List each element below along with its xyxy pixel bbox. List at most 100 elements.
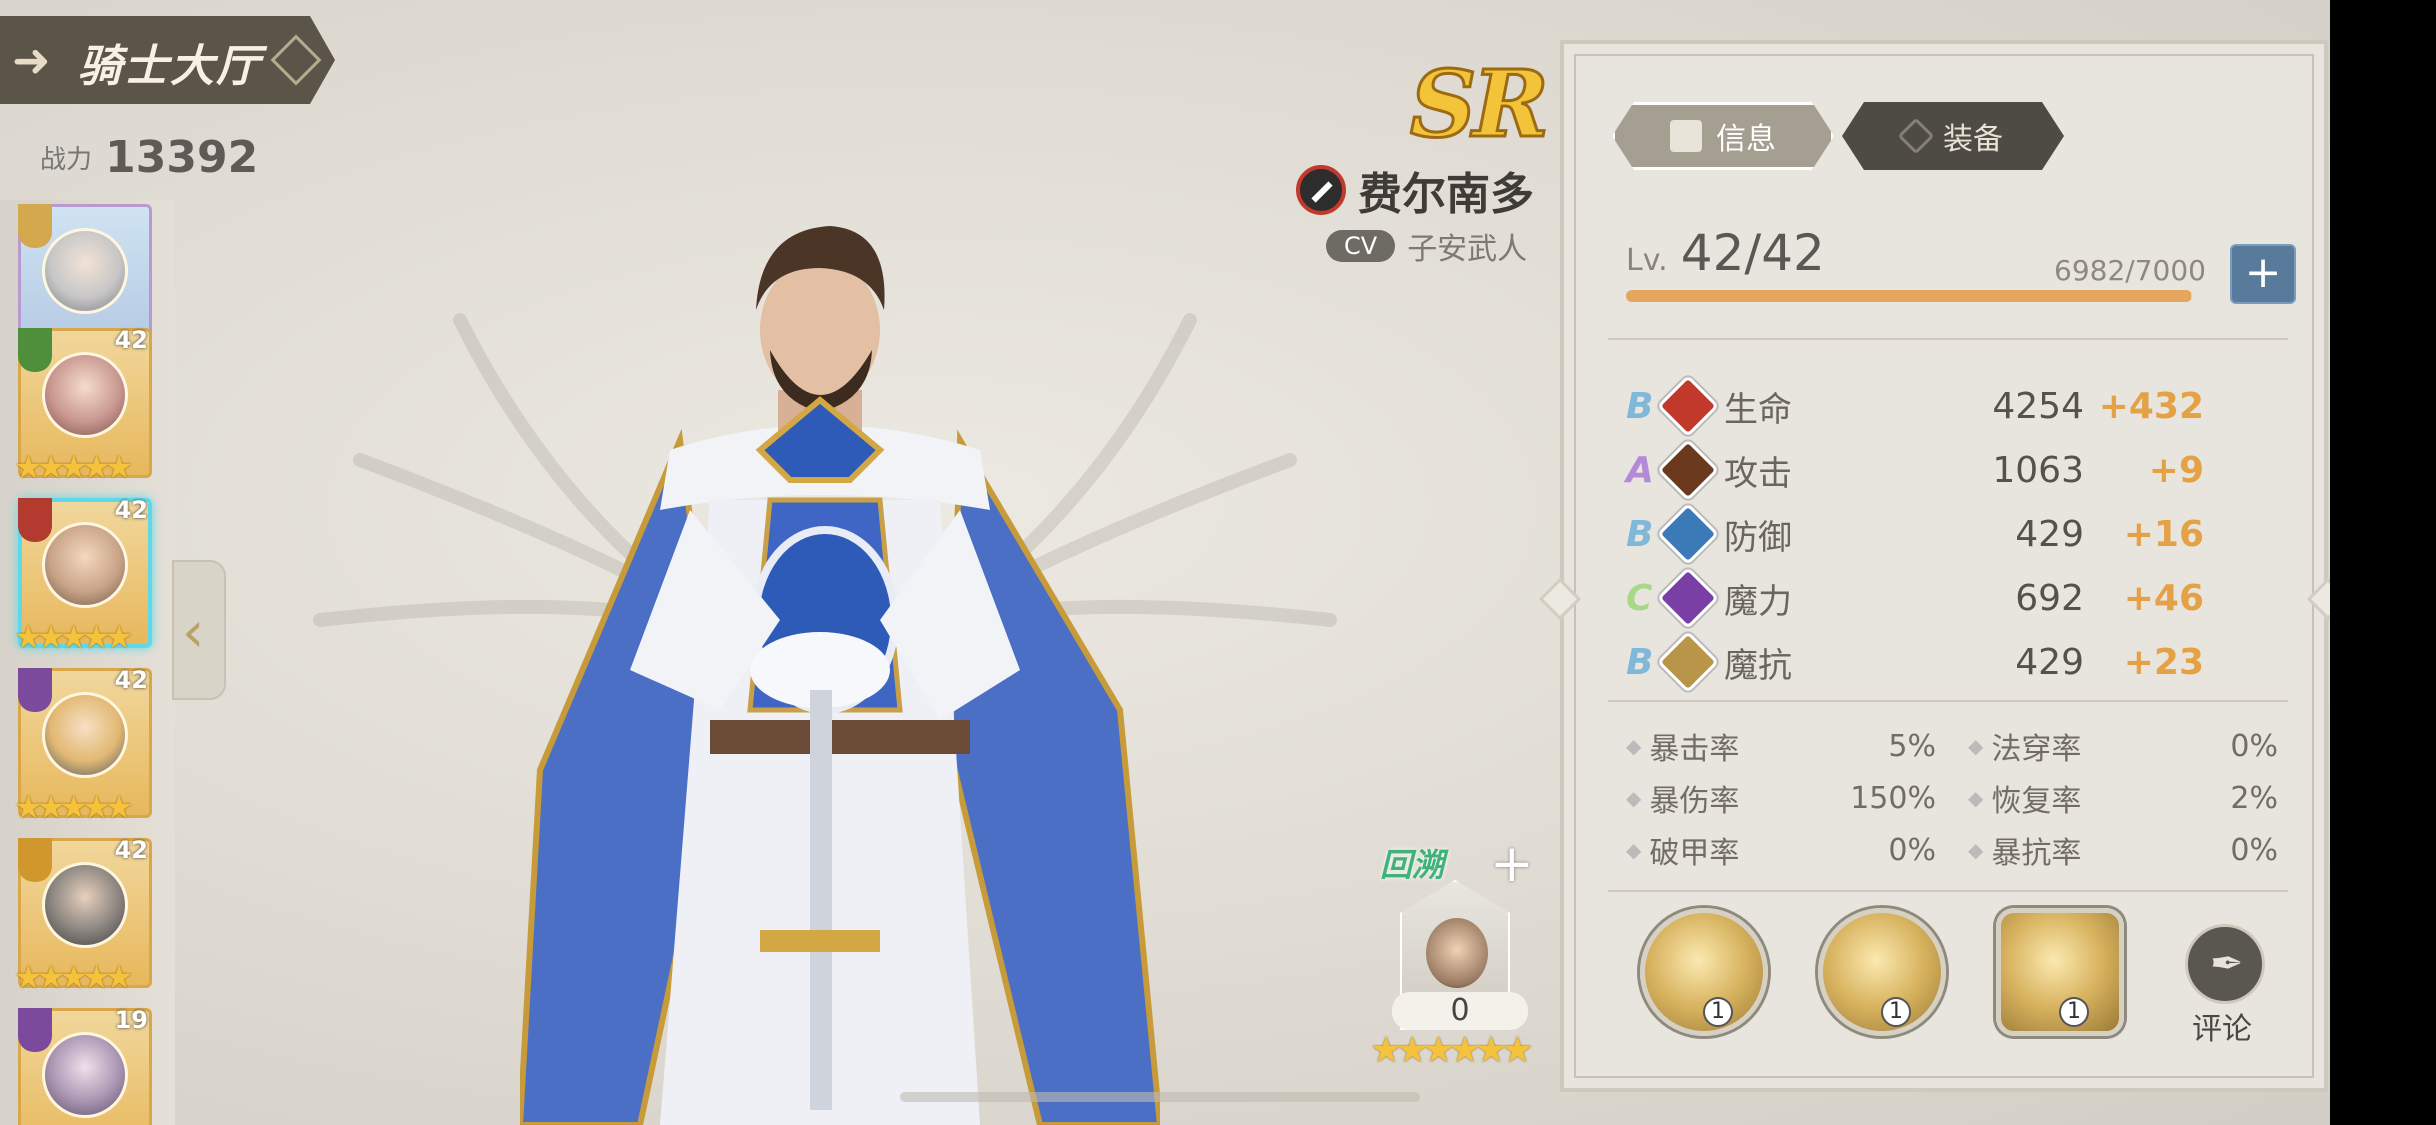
voice-actor: CV 子安武人: [1326, 224, 1527, 268]
substat-crit-rate: ◆ 暴击率 5%: [1626, 728, 1936, 768]
skill-slot-1[interactable]: 1: [1640, 908, 1768, 1036]
substat-crit-resist: ◆ 暴抗率 0%: [1968, 832, 2278, 872]
quill-icon: ✒: [2210, 941, 2244, 987]
stat-magic-resist-icon: [1656, 630, 1720, 694]
star-rating: ★★★★★: [14, 958, 133, 996]
stat-name: 魔力: [1724, 581, 1792, 622]
cv-name: 子安武人: [1407, 232, 1528, 267]
roster-card[interactable]: 19: [18, 1006, 152, 1125]
stat-value: 429: [2015, 641, 2084, 683]
hero-character-model: [520, 226, 1160, 1125]
hero-level: 42: [114, 836, 148, 864]
stat-name: 生命: [1724, 389, 1792, 430]
hero-level: 42: [114, 496, 148, 524]
roster-card[interactable]: 42 ★★★★★: [14, 326, 152, 488]
substat-recovery: ◆ 恢复率 2%: [1968, 780, 2278, 820]
stat-bonus: +9: [2148, 449, 2204, 491]
stat-bonus: +16: [2123, 513, 2204, 555]
panel-ornament-icon: [1538, 577, 1582, 621]
roster-card[interactable]: 42 ★★★★★: [14, 666, 152, 828]
hero-portrait-avatar: [42, 522, 128, 608]
back-arrow-icon: ➜: [12, 33, 51, 87]
page-title: 骑士大厅: [78, 41, 262, 92]
exp-progress-bar: [1626, 290, 2192, 302]
tab-info-label: 信息: [1716, 122, 1776, 157]
skill-level: 1: [2059, 997, 2089, 1027]
stat-row-magic-resist: B 魔抗 429 +23: [1626, 630, 2284, 694]
add-retro-icon[interactable]: +: [1490, 834, 1534, 894]
stat-grade: B: [1626, 641, 1654, 683]
hero-level: 42: [114, 666, 148, 694]
hero-name: 费尔南多: [1296, 160, 1534, 220]
hero-roster: ★★★ 42 ★★★★★ 42 ★★★★★ 42 ★★★★★ 42: [0, 200, 175, 1125]
skill-slot-3[interactable]: 1: [1996, 908, 2124, 1036]
star-rating: ★★★★★: [14, 618, 133, 656]
substat-armor-break: ◆ 破甲率 0%: [1626, 832, 1936, 872]
stat-bonus: +432: [2098, 385, 2204, 427]
substat-crit-damage: ◆ 暴伤率 150%: [1626, 780, 1936, 820]
stat-row-defense: B 防御 429 +16: [1626, 502, 2284, 566]
hero-portrait-avatar: [42, 692, 128, 778]
tab-info[interactable]: 信息: [1612, 102, 1834, 170]
roster-card[interactable]: 42 ★★★★★: [14, 836, 152, 998]
exp-progress-fill: [1626, 290, 2191, 302]
hero-level: 42: [114, 326, 148, 354]
panel-ornament-icon: [2306, 577, 2330, 621]
hero-portrait-avatar: [42, 862, 128, 948]
retro-label: 回溯: [1380, 846, 1445, 884]
skill-level: 1: [1881, 997, 1911, 1027]
rarity-badge: SR: [1409, 49, 1551, 160]
skill-slot-2[interactable]: 1: [1818, 908, 1946, 1036]
stat-row-magic: C 魔力 692 +46: [1626, 566, 2284, 630]
chevron-left-icon: ‹: [182, 600, 205, 665]
hero-name-text: 费尔南多: [1358, 169, 1534, 220]
screen-edge: [2330, 0, 2436, 1125]
stat-name: 攻击: [1724, 453, 1792, 494]
stat-value: 4254: [1992, 385, 2084, 427]
crossed-swords-icon: [1897, 117, 1935, 155]
staff-class-icon: [18, 1008, 52, 1052]
sword-class-icon: [1296, 165, 1346, 215]
roster-card-selected[interactable]: 42 ★★★★★: [14, 496, 152, 658]
level-up-button[interactable]: +: [2230, 244, 2296, 304]
stat-hp-icon: [1656, 374, 1720, 438]
plus-icon: +: [2244, 247, 2282, 298]
review-label: 评论: [2192, 1012, 2252, 1047]
title-ornament-icon: [270, 34, 322, 86]
review-button[interactable]: ✒: [2185, 924, 2265, 1004]
stat-row-attack: A 攻击 1063 +9: [1626, 438, 2284, 502]
stat-grade: A: [1626, 449, 1654, 491]
stat-bonus: +23: [2123, 641, 2204, 683]
combat-power: 战力 13392: [40, 132, 258, 184]
retro-panel[interactable]: 回溯 + 0 ★★★★★★: [1370, 834, 1550, 1071]
back-button[interactable]: ➜ 骑士大厅: [0, 16, 335, 104]
combat-power-label: 战力: [40, 145, 93, 175]
axe-class-icon: [18, 838, 52, 882]
tab-equip[interactable]: 装备: [1842, 102, 2064, 170]
stat-value: 1063: [1992, 449, 2084, 491]
stat-name: 防御: [1724, 517, 1792, 558]
class-icon: [18, 204, 52, 248]
stat-grade: B: [1626, 513, 1654, 555]
stat-value: 429: [2015, 513, 2084, 555]
tab-equip-label: 装备: [1943, 122, 2003, 157]
collapse-roster-button[interactable]: ‹: [172, 560, 226, 700]
retro-star-rating: ★★★★★★: [1370, 1030, 1534, 1071]
scroll-icon: [1670, 120, 1702, 152]
cv-tag: CV: [1326, 230, 1396, 262]
stat-grade: C: [1626, 577, 1653, 619]
stat-value: 692: [2015, 577, 2084, 619]
star-rating: ★★★★★: [14, 788, 133, 826]
hero-portrait-avatar: [42, 352, 128, 438]
sword-class-icon: [18, 498, 52, 542]
skill-level: 1: [1703, 997, 1733, 1027]
level-value: 42/42: [1680, 224, 1825, 282]
stat-magic-icon: [1656, 566, 1720, 630]
divider: [1608, 700, 2288, 702]
stat-name: 魔抗: [1724, 645, 1792, 686]
level-row: Lv. 42/42 6982/7000 +: [1626, 224, 2296, 304]
game-scene: ➜ 骑士大厅 战力 13392 ★★★ 42 ★★★★★ 42 ★★★★★: [0, 0, 2330, 1125]
hero-level: 19: [114, 1006, 148, 1034]
staff-class-icon: [18, 668, 52, 712]
hero-info-panel: 信息 装备 Lv. 42/42 6982/7000 + ◆ 暴击率 5% ◆ 法穿率 0…: [1538, 40, 2330, 1092]
